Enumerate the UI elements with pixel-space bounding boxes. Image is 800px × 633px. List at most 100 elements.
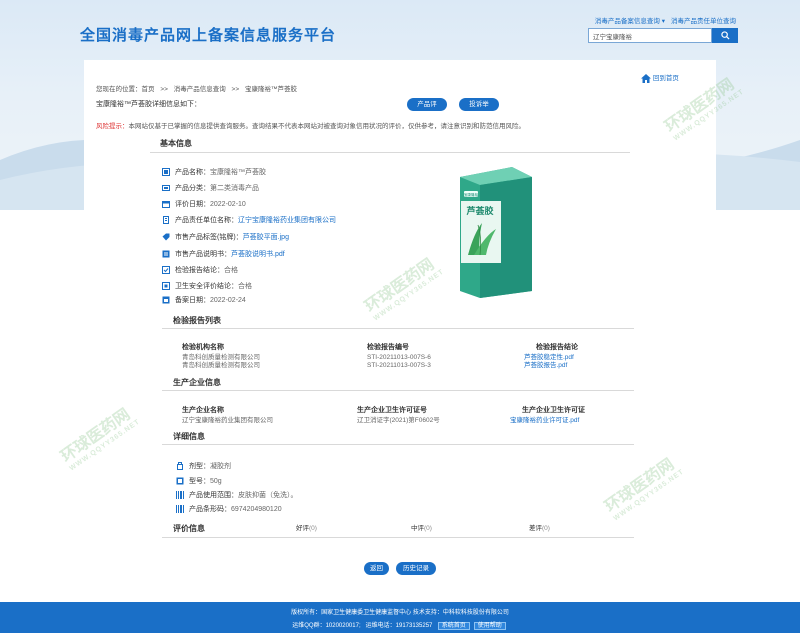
producer-license-no: 辽卫消证字(2021)第F0602号 [357, 417, 440, 424]
history-button[interactable]: 历史记录 [396, 562, 436, 575]
field-label: 型号： [189, 478, 210, 485]
book-icon [162, 250, 170, 258]
search-button[interactable] [712, 28, 738, 43]
qq-label: 运维QQ群： [292, 623, 326, 629]
top-links: 消毒产品备案信息查询 ▾ 消毒产品责任单位查询 [595, 15, 736, 25]
field-barcode: 产品条形码： 6974204980120 [176, 504, 282, 514]
field-value: 合格 [238, 283, 252, 290]
field-label: 评价日期： [175, 201, 210, 208]
field-value: 宝康隆裕™芦荟胶 [210, 169, 266, 176]
field-label: 产品责任单位名称： [175, 217, 238, 224]
field-record-date: 备案日期： 2022-02-24 [162, 295, 246, 305]
product-brand-text: 宝康隆裕 [464, 192, 479, 197]
field-dosage-form: 剂型： 凝胶剂 [176, 461, 231, 471]
mid-rating[interactable]: 中评(0) [411, 524, 432, 533]
field-product-category: 产品分类： 第二类消毒产品 [162, 183, 259, 193]
inspection-header-code: 检验报告编号 [367, 344, 409, 351]
producer-title: 生产企业信息 [173, 378, 221, 387]
bad-rating-count: (0) [542, 525, 550, 532]
phone-value: 19173135257 [395, 623, 433, 629]
breadcrumb-query[interactable]: 消毒产品信息查询 [174, 86, 226, 93]
box-icon [176, 477, 184, 485]
field-inspection-conclusion: 检验报告结论： 合格 [162, 265, 238, 275]
search-bar [588, 28, 738, 43]
field-product-name: 产品名称： 宝康隆裕™芦荟胶 [162, 167, 266, 177]
phone-label: 运维电话： [365, 623, 396, 629]
calendar-icon [162, 200, 170, 208]
field-value: 凝胶剂 [210, 463, 231, 470]
divider [150, 152, 630, 153]
risk-label: 风险提示： [96, 123, 129, 130]
complaint-button[interactable]: 投诉举报 [459, 98, 499, 121]
product-icon [162, 168, 170, 176]
back-button[interactable]: 返回 [364, 562, 389, 575]
calendar-icon [162, 296, 170, 304]
field-value: 皮肤抑菌（免洗）。 [238, 492, 298, 499]
field-label: 产品名称： [175, 169, 210, 176]
field-usage-scope: 产品使用范围： 皮肤抑菌（免洗）。 [176, 490, 298, 500]
field-value: 6974204980120 [231, 505, 282, 513]
field-value: 2022-02-10 [210, 200, 246, 208]
inspection-org: 青岛科创质量检测有限公司 [182, 362, 260, 369]
field-label: 卫生安全评价结论： [175, 283, 238, 290]
bad-rating[interactable]: 差评(0) [529, 524, 550, 533]
field-label: 产品使用范围： [189, 492, 238, 499]
field-safety-conclusion: 卫生安全评价结论： 合格 [162, 281, 252, 291]
search-icon [720, 31, 730, 40]
inspection-code: STI-20211013-007S-3 [367, 362, 431, 369]
responsible-unit-query-link[interactable]: 消毒产品责任单位查询 [671, 15, 736, 25]
footer-help-link[interactable]: 使用帮助 [473, 622, 506, 630]
divider [162, 328, 634, 329]
product-image[interactable]: 宝康隆裕 芦荟胶 [456, 163, 536, 298]
product-record-query-link[interactable]: 消毒产品备案信息查询 ▾ [595, 15, 665, 25]
field-manual: 市售产品说明书： 芦荟胶说明书.pdf [162, 249, 285, 259]
field-label: 剂型： [189, 463, 210, 470]
bad-rating-label: 差评 [529, 525, 542, 532]
footer-home-link[interactable]: 系统首页 [437, 622, 470, 630]
inspection-title: 检验报告列表 [173, 316, 221, 325]
manual-link[interactable]: 芦荟胶说明书.pdf [231, 249, 285, 259]
inspection-file-link[interactable]: 芦荟胶报告.pdf [524, 361, 567, 370]
site-title: 全国消毒产品网上备案信息服务平台 [80, 27, 337, 44]
barcode-icon [176, 491, 184, 499]
report-icon [162, 266, 170, 274]
producer-license-link[interactable]: 宝康隆裕药业许可证.pdf [510, 416, 579, 425]
search-input[interactable] [588, 28, 712, 43]
field-model: 型号： 50g [176, 476, 222, 486]
footer-copyright: 版权所有：国家卫生健康委卫生健康监督中心 技术支持：中科软科技股份有限公司 [291, 610, 509, 616]
category-icon [162, 184, 170, 192]
good-rating[interactable]: 好评(0) [296, 524, 317, 533]
label-image-link[interactable]: 芦荟胶平面.jpg [243, 232, 289, 242]
bottle-icon [176, 462, 184, 470]
breadcrumb-sep: >> [160, 86, 168, 93]
mid-rating-count: (0) [424, 525, 432, 532]
home-link[interactable]: 回到首页 [641, 72, 679, 83]
footer-contact: 运维QQ群：1020020017; 运维电话：19173135257 系统首页使… [0, 620, 800, 630]
shield-icon [162, 282, 170, 290]
field-responsible-unit: 产品责任单位名称： 辽宁宝康隆裕药业集团有限公司 [162, 215, 336, 225]
divider [162, 390, 634, 391]
field-label: 产品条形码： [189, 506, 231, 513]
mid-rating-label: 中评 [411, 525, 424, 532]
breadcrumb: 您现在的位置：首页 >> 消毒产品信息查询 >> 宝康隆裕™芦荟胶 [96, 83, 301, 93]
field-value: 第二类消毒产品 [210, 185, 259, 192]
home-link-label: 回到首页 [652, 75, 679, 82]
field-value: 50g [210, 477, 222, 485]
good-rating-label: 好评 [296, 525, 309, 532]
responsible-unit-link[interactable]: 辽宁宝康隆裕药业集团有限公司 [238, 215, 336, 225]
barcode-icon [176, 505, 184, 513]
product-eval-button[interactable]: 产品评价 [407, 98, 447, 121]
breadcrumb-current: 宝康隆裕™芦荟胶 [244, 86, 297, 93]
tag-icon [162, 233, 170, 241]
producer-header-license: 生产企业卫生许可证 [522, 407, 585, 414]
inspection-header-conclusion: 检验报告结论 [536, 344, 578, 351]
breadcrumb-sep: >> [231, 86, 240, 93]
footer: 版权所有：国家卫生健康委卫生健康监督中心 技术支持：中科软科技股份有限公司 运维… [0, 602, 800, 633]
basic-info-title: 基本信息 [160, 139, 192, 148]
breadcrumb-home[interactable]: 您现在的位置：首页 [96, 86, 155, 93]
field-eval-date: 评价日期： 2022-02-10 [162, 199, 246, 209]
risk-notice: 风险提示：本网站仅基于已掌握的信息提供查询服务。查询结果不代表本网站对被查询对象… [96, 120, 525, 130]
risk-text: 本网站仅基于已掌握的信息提供查询服务。查询结果不代表本网站对被查询对象信用状况的… [128, 123, 526, 130]
field-value: 2022-02-24 [210, 296, 246, 304]
field-label-image: 市售产品标签(铭牌)： 芦荟胶平面.jpg [162, 232, 289, 242]
